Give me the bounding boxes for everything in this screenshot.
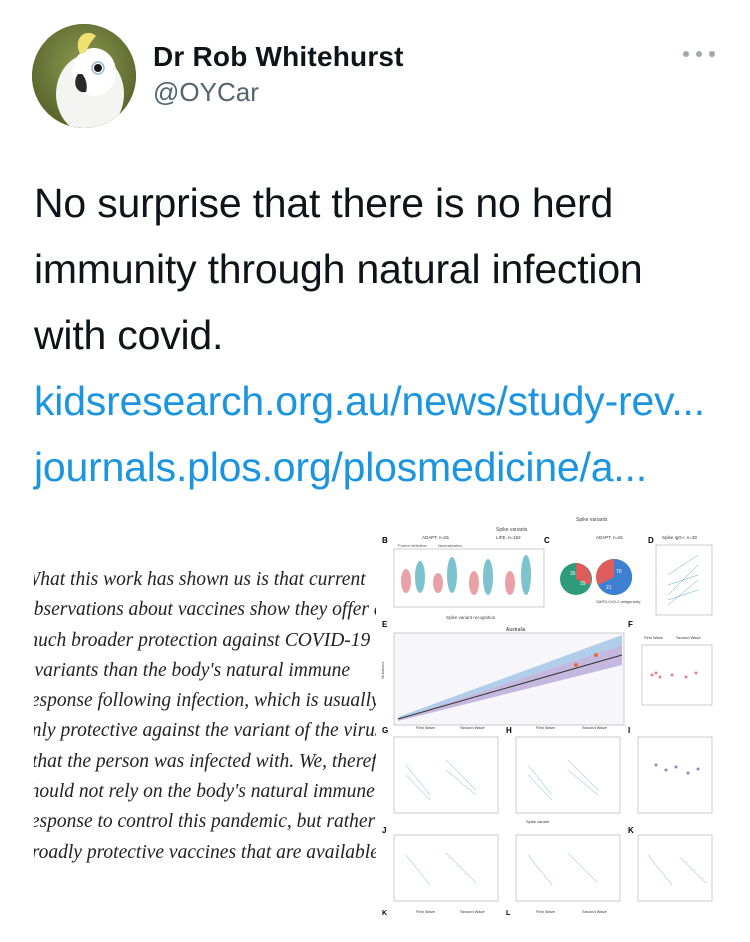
svg-text:SARS-CoV-2 antigenicity: SARS-CoV-2 antigenicity [596, 599, 640, 604]
panel-gh-lines [405, 759, 599, 801]
tweet-media-image[interactable]: What this work has shown us is that curr… [34, 505, 716, 920]
svg-text:Second Wave: Second Wave [676, 635, 702, 640]
tweet-link-plos[interactable]: journals.plos.org/plosmedicine/a... [34, 434, 724, 500]
svg-text:First Wave: First Wave [536, 909, 556, 914]
svg-text:Spike variant recognition: Spike variant recognition [446, 615, 496, 620]
svg-text:Second Wave: Second Wave [460, 725, 486, 730]
svg-text:Neutralization: Neutralization [438, 543, 462, 548]
svg-text:Spike variants: Spike variants [576, 517, 608, 523]
panel-label: K [382, 910, 387, 917]
research-figure: Spike variants Spike variants B ADAPT, n… [376, 505, 716, 920]
quote-line: that the person was infected with. We, t… [34, 750, 376, 772]
more-options-icon[interactable] [682, 44, 716, 64]
tweet-text: No surprise that there is no herd immuni… [34, 170, 724, 500]
display-name[interactable]: Dr Rob Whitehurst [153, 40, 404, 74]
svg-text:First Wave: First Wave [416, 725, 436, 730]
panel-b-violins [401, 555, 531, 595]
panel-label: E [382, 620, 388, 629]
quote-line: should not rely on the body's natural im… [34, 781, 375, 803]
panel-i-dots [654, 763, 700, 775]
svg-text:Second Wave: Second Wave [582, 725, 608, 730]
svg-text:First Wave: First Wave [416, 909, 436, 914]
svg-text:Mutations: Mutations [380, 662, 385, 679]
quote-line: only protective against the variant of t… [34, 720, 376, 742]
tweet-text-line: immunity through natural infection [34, 246, 643, 292]
svg-text:35: 35 [570, 571, 576, 577]
quote-line: much broader protection against COVID-19 [34, 629, 371, 651]
figure-svg: Spike variants Spike variants B ADAPT, n… [380, 517, 713, 917]
panel-label: J [382, 826, 386, 835]
quote-excerpt: What this work has shown us is that curr… [34, 565, 376, 905]
panel-f-dots [650, 671, 698, 679]
panel-d-lines [667, 554, 699, 606]
tweet-link-kidsresearch[interactable]: kidsresearch.org.au/news/study-rev... [34, 368, 724, 434]
avatar[interactable] [32, 24, 136, 128]
svg-text:ADAPT, n=81: ADAPT, n=81 [596, 535, 624, 540]
user-handle[interactable]: @OYCar [153, 76, 404, 108]
svg-text:LIFE, n=152: LIFE, n=152 [496, 535, 521, 540]
svg-text:First Wave: First Wave [536, 725, 556, 730]
tweet-text-line: with covid. [34, 312, 224, 358]
panel-label: H [506, 726, 512, 735]
panel-label: D [648, 536, 654, 545]
tweet-text-line: No surprise that there is no herd [34, 180, 614, 226]
panel-label: L [506, 910, 511, 917]
quote-line: response to control this pandemic, but r… [34, 811, 376, 833]
svg-text:Spike variant: Spike variant [526, 819, 550, 824]
panel-label: B [382, 536, 388, 545]
panel-label: G [382, 726, 388, 735]
svg-text:Australia: Australia [506, 627, 526, 633]
svg-text:29: 29 [580, 581, 586, 587]
panel-label: C [544, 536, 550, 545]
quote-line: response following infection, which is u… [34, 690, 376, 712]
svg-text:First Wave: First Wave [644, 635, 664, 640]
panel-label: I [628, 726, 630, 735]
svg-text:Fusion inhibition: Fusion inhibition [398, 543, 427, 548]
panel-label: F [628, 620, 633, 629]
cockatoo-avatar-image [32, 24, 136, 128]
svg-text:Second Wave: Second Wave [460, 909, 486, 914]
svg-text:ADAPT, n=81: ADAPT, n=81 [422, 535, 450, 540]
quote-line: broadly protective vaccines that are ava… [34, 841, 376, 863]
author-names: Dr Rob Whitehurst @OYCar [153, 40, 404, 108]
svg-text:Spike IgG+, n=30: Spike IgG+, n=30 [662, 535, 698, 540]
quote-line: What this work has shown us is that curr… [34, 569, 366, 590]
svg-text:21: 21 [606, 585, 612, 591]
svg-text:70: 70 [616, 569, 622, 575]
quote-line: s variants than the body's natural immun… [34, 659, 351, 681]
figure-top-axis-label: Spike variants [496, 527, 528, 533]
panel-label: K [628, 826, 634, 835]
quote-line: observations about vaccines show they of… [34, 599, 376, 621]
svg-text:Second Wave: Second Wave [582, 909, 608, 914]
panel-c-pie-charts: 35 29 70 21 [560, 558, 633, 595]
tweet-header: Dr Rob Whitehurst @OYCar [0, 0, 750, 140]
